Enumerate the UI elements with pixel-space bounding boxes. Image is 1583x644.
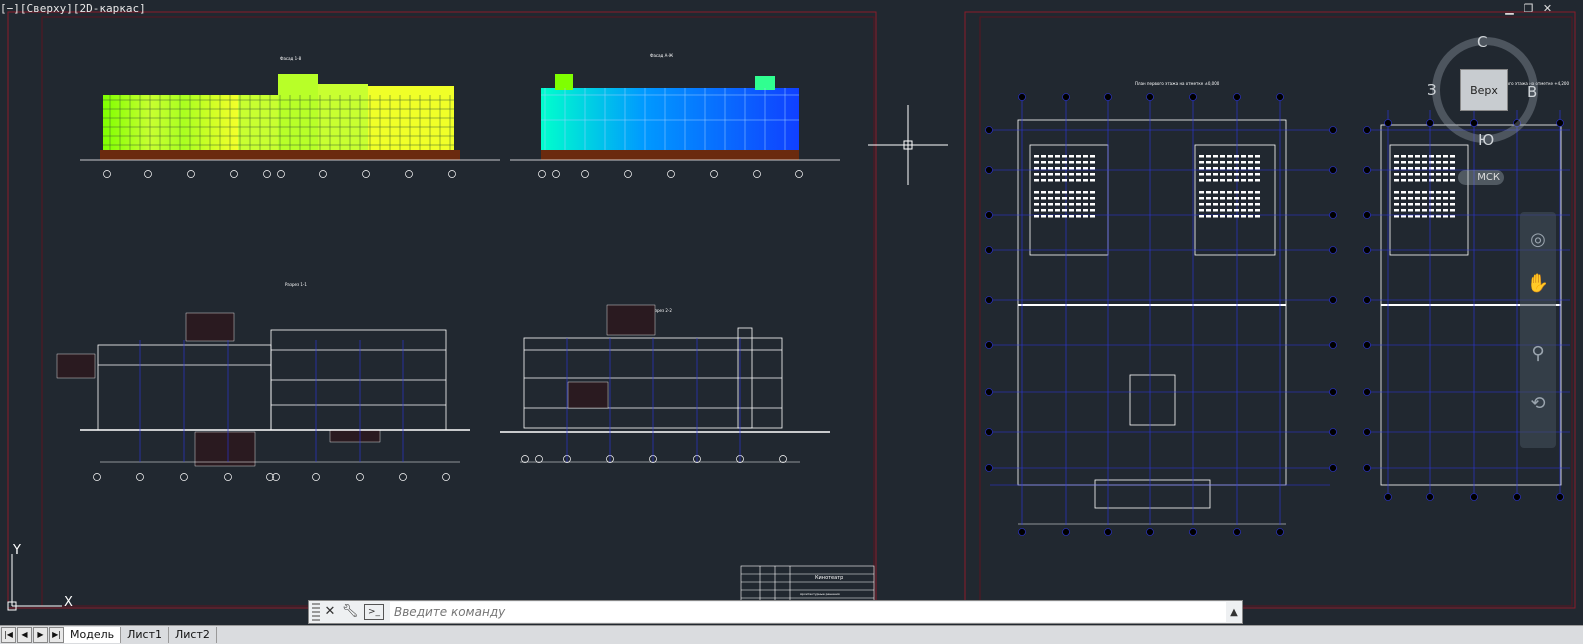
steering-wheel-icon[interactable]: ◎ bbox=[1524, 226, 1552, 254]
command-history-arrow-icon[interactable]: ▲ bbox=[1226, 607, 1242, 618]
navigation-bar: ◎ ✋ ⚲ ⟲ bbox=[1520, 212, 1556, 448]
view-name[interactable]: [Сверху] bbox=[20, 2, 73, 15]
facade-1-title: Фасад 1-8 bbox=[280, 56, 302, 61]
plan-1-title: План первого этажа на отметке ±0,000 bbox=[1135, 81, 1220, 86]
viewport-label[interactable]: [−][Сверху][2D-каркас] bbox=[0, 2, 146, 15]
drawing-canvas[interactable]: Фасад 1-8 Фасад А-Ж Разрез 1-1 Разрез 2-… bbox=[0, 0, 1583, 625]
tab-last-icon[interactable]: ▶| bbox=[49, 627, 64, 643]
wrench-icon[interactable]: 🔧︎ bbox=[340, 602, 360, 622]
compass-north[interactable]: С bbox=[1477, 33, 1487, 51]
section-1-1: Разрез 1-1 bbox=[56, 282, 470, 467]
wcs-menu[interactable]: МСК bbox=[1458, 170, 1504, 185]
ucs-y-label: Y bbox=[12, 543, 21, 558]
visual-style[interactable]: [2D-каркас] bbox=[73, 2, 146, 15]
layout-tab-bar: |◀ ◀ ▶ ▶| Модель Лист1 Лист2 bbox=[0, 625, 1583, 644]
model-viewport[interactable]: Фасад 1-8 Фасад А-Ж Разрез 1-1 Разрез 2-… bbox=[0, 0, 1583, 625]
tab-first-icon[interactable]: |◀ bbox=[1, 627, 16, 643]
close-icon[interactable]: ✕ bbox=[320, 602, 340, 622]
viewcube-top-face[interactable]: Верх bbox=[1460, 69, 1508, 111]
ucs-x-label: X bbox=[64, 595, 73, 610]
command-prompt-icon[interactable]: >_ bbox=[364, 604, 384, 620]
viewcube[interactable]: Верх С Ю З В bbox=[1427, 33, 1538, 149]
orbit-icon[interactable]: ⟲ bbox=[1524, 390, 1552, 418]
crosshair-cursor bbox=[868, 105, 948, 185]
viewport-menu[interactable]: [−] bbox=[0, 2, 20, 15]
minimize-icon[interactable]: ▁ bbox=[1504, 3, 1515, 14]
compass-east[interactable]: В bbox=[1527, 83, 1537, 101]
stamp-title: Кинотеатр bbox=[815, 575, 843, 581]
tab-sheet-1[interactable]: Лист1 bbox=[121, 627, 169, 643]
tab-model[interactable]: Модель bbox=[64, 627, 122, 643]
command-input[interactable] bbox=[390, 602, 1226, 622]
tab-next-icon[interactable]: ▶ bbox=[33, 627, 48, 643]
facade-a-zh: Фасад А-Ж bbox=[510, 53, 840, 161]
close-icon[interactable]: ✕ bbox=[1542, 3, 1553, 14]
zoom-icon[interactable]: ⚲ bbox=[1524, 340, 1552, 368]
tab-sheet-2[interactable]: Лист2 bbox=[169, 627, 217, 643]
pan-icon[interactable]: ✋ bbox=[1524, 270, 1552, 298]
facade-1-8: Фасад 1-8 bbox=[80, 56, 500, 161]
restore-icon[interactable]: ❐ bbox=[1523, 3, 1534, 14]
command-line: ✕ 🔧︎ >_ ▲ bbox=[308, 600, 1243, 624]
facade-2-title: Фасад А-Ж bbox=[650, 53, 674, 58]
compass-west[interactable]: З bbox=[1427, 81, 1437, 99]
section-1-title: Разрез 1-1 bbox=[285, 282, 307, 287]
stamp-subtitle: Архитектурные решения bbox=[800, 592, 840, 596]
plan-first-floor: План первого этажа на отметке ±0,000 bbox=[1017, 81, 1287, 525]
viewport-window-controls: ▁ ❐ ✕ bbox=[1504, 3, 1553, 14]
tab-prev-icon[interactable]: ◀ bbox=[17, 627, 32, 643]
section-2-2: Разрез 2-2 bbox=[500, 304, 830, 463]
ucs-icon: Y X bbox=[7, 543, 73, 611]
command-line-grip[interactable] bbox=[312, 603, 320, 621]
compass-south[interactable]: Ю bbox=[1478, 131, 1494, 149]
